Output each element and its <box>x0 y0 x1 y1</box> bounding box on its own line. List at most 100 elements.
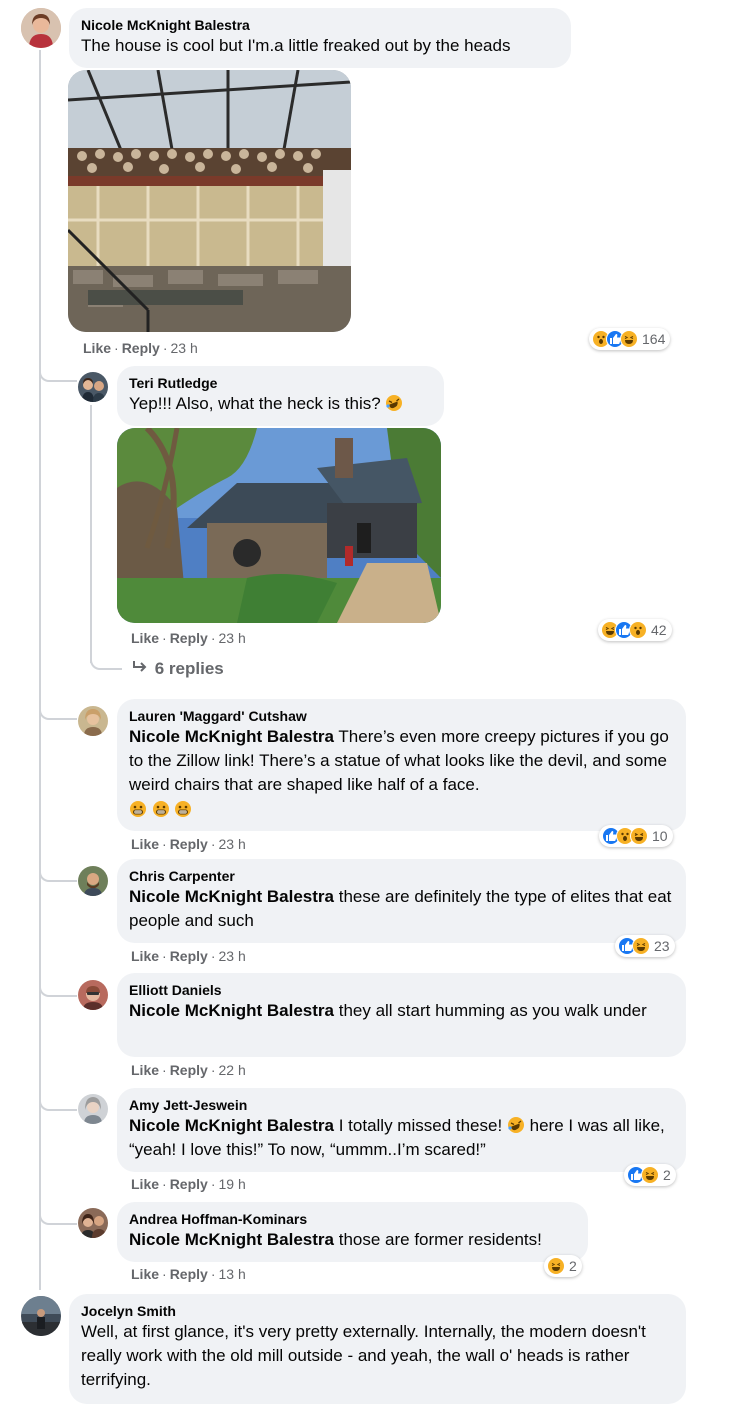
thread-connector <box>39 700 77 720</box>
comment-timestamp[interactable]: 23 h <box>170 340 197 356</box>
comment-timestamp[interactable]: 23 h <box>218 630 245 646</box>
comment-text: Nicole McKnight Balestra those are forme… <box>129 1230 542 1249</box>
comment-author[interactable]: Amy Jett-Jeswein <box>129 1096 674 1114</box>
like-button[interactable]: Like <box>131 836 159 852</box>
comment-bubble: Lauren 'Maggard' Cutshaw Nicole McKnight… <box>117 699 686 831</box>
comment-text: Nicole McKnight Balestra these are defin… <box>129 887 672 930</box>
mention-link[interactable]: Nicole McKnight Balestra <box>129 1230 334 1249</box>
rolling-laughing-emoji-icon <box>385 394 403 412</box>
comment-meta: Like · Reply · 23 h <box>131 630 246 646</box>
comment-author[interactable]: Teri Rutledge <box>129 374 432 392</box>
thread-connector <box>39 362 77 382</box>
thread-connector <box>39 1091 77 1111</box>
comment-author[interactable]: Elliott Daniels <box>129 981 674 999</box>
reaction-summary[interactable]: 164 <box>589 328 671 350</box>
like-button[interactable]: Like <box>131 1266 159 1282</box>
comment-bubble: Chris Carpenter Nicole McKnight Balestra… <box>117 859 686 943</box>
like-button[interactable]: Like <box>131 948 159 964</box>
mention-link[interactable]: Nicole McKnight Balestra <box>129 727 334 746</box>
avatar[interactable] <box>78 980 108 1010</box>
reaction-count: 2 <box>663 1167 671 1183</box>
comment-bubble: Jocelyn Smith Well, at first glance, it'… <box>69 1294 686 1404</box>
thread-connector <box>39 862 77 882</box>
comment-bubble: Amy Jett-Jeswein Nicole McKnight Balestr… <box>117 1088 686 1172</box>
comment-bubble: Elliott Daniels Nicole McKnight Balestra… <box>117 973 686 1057</box>
reaction-count: 164 <box>642 331 666 347</box>
grimacing-emoji-icon <box>152 800 170 818</box>
rolling-laughing-emoji-icon <box>507 1116 525 1134</box>
reply-button[interactable]: Reply <box>170 948 208 964</box>
emoji-row <box>129 798 674 822</box>
like-button[interactable]: Like <box>131 1176 159 1192</box>
haha-icon <box>630 827 648 845</box>
grimacing-emoji-icon <box>174 800 192 818</box>
avatar[interactable] <box>78 372 108 402</box>
reply-button[interactable]: Reply <box>170 1266 208 1282</box>
comment-text: The house is cool but I'm.a little freak… <box>81 36 511 55</box>
like-button[interactable]: Like <box>131 1062 159 1078</box>
comment-text: Nicole McKnight Balestra I totally misse… <box>129 1116 665 1159</box>
avatar[interactable] <box>78 1208 108 1238</box>
comment-meta: Like · Reply · 23 h <box>83 340 198 356</box>
reaction-summary[interactable]: 2 <box>624 1164 676 1186</box>
comment-timestamp[interactable]: 13 h <box>218 1266 245 1282</box>
comment-timestamp[interactable]: 22 h <box>218 1062 245 1078</box>
reply-button[interactable]: Reply <box>170 1176 208 1192</box>
view-replies-link[interactable]: 6 replies <box>132 659 224 679</box>
comment-meta: Like · Reply · 19 h <box>131 1176 246 1192</box>
comment-timestamp[interactable]: 23 h <box>218 836 245 852</box>
comment-bubble: Andrea Hoffman-Kominars Nicole McKnight … <box>117 1202 588 1262</box>
comment-timestamp[interactable]: 23 h <box>218 948 245 964</box>
like-button[interactable]: Like <box>131 630 159 646</box>
reaction-summary[interactable]: 23 <box>615 935 675 957</box>
comment-text: Nicole McKnight Balestra There’s even mo… <box>129 725 674 822</box>
reaction-count: 10 <box>652 828 668 844</box>
comment-timestamp[interactable]: 19 h <box>218 1176 245 1192</box>
avatar[interactable] <box>21 8 61 48</box>
haha-icon <box>547 1257 565 1275</box>
comment-text: Yep!!! Also, what the heck is this? <box>129 392 432 416</box>
thread-connector <box>90 650 122 670</box>
comment-text: Nicole McKnight Balestra they all start … <box>129 1001 647 1020</box>
reaction-count: 2 <box>569 1258 577 1274</box>
comment-meta: Like · Reply · 23 h <box>131 948 246 964</box>
avatar[interactable] <box>78 866 108 896</box>
avatar[interactable] <box>78 706 108 736</box>
reply-button[interactable]: Reply <box>122 340 160 356</box>
reaction-count: 23 <box>654 938 670 954</box>
comment-text: Well, at first glance, it's very pretty … <box>81 1322 646 1389</box>
haha-icon <box>632 937 650 955</box>
reaction-summary[interactable]: 2 <box>544 1255 582 1277</box>
mention-link[interactable]: Nicole McKnight Balestra <box>129 1116 334 1135</box>
avatar[interactable] <box>78 1094 108 1124</box>
thread-connector <box>39 977 77 997</box>
reaction-summary[interactable]: 10 <box>599 825 673 847</box>
comment-photo[interactable] <box>117 428 441 623</box>
avatar[interactable] <box>21 1296 61 1336</box>
reply-button[interactable]: Reply <box>170 630 208 646</box>
haha-icon <box>620 330 638 348</box>
comment-meta: Like · Reply · 22 h <box>131 1062 246 1078</box>
reaction-summary[interactable]: 42 <box>598 619 672 641</box>
thread-connector <box>39 1205 77 1225</box>
reply-arrow-icon <box>132 659 150 679</box>
comment-author[interactable]: Jocelyn Smith <box>81 1302 674 1320</box>
comment-meta: Like · Reply · 13 h <box>131 1266 246 1282</box>
reaction-count: 42 <box>651 622 667 638</box>
mention-link[interactable]: Nicole McKnight Balestra <box>129 1001 334 1020</box>
comment-meta: Like · Reply · 23 h <box>131 836 246 852</box>
like-button[interactable]: Like <box>83 340 111 356</box>
thread-line-reply <box>90 405 92 663</box>
comment-author[interactable]: Chris Carpenter <box>129 867 674 885</box>
grimacing-emoji-icon <box>129 800 147 818</box>
comment-author[interactable]: Nicole McKnight Balestra <box>81 16 559 34</box>
wow-icon <box>629 621 647 639</box>
haha-icon <box>641 1166 659 1184</box>
comment-photo[interactable] <box>68 70 351 332</box>
comment-author[interactable]: Lauren 'Maggard' Cutshaw <box>129 707 674 725</box>
mention-link[interactable]: Nicole McKnight Balestra <box>129 887 334 906</box>
reply-button[interactable]: Reply <box>170 1062 208 1078</box>
comment-bubble: Teri Rutledge Yep!!! Also, what the heck… <box>117 366 444 426</box>
reply-button[interactable]: Reply <box>170 836 208 852</box>
comment-author[interactable]: Andrea Hoffman-Kominars <box>129 1210 576 1228</box>
